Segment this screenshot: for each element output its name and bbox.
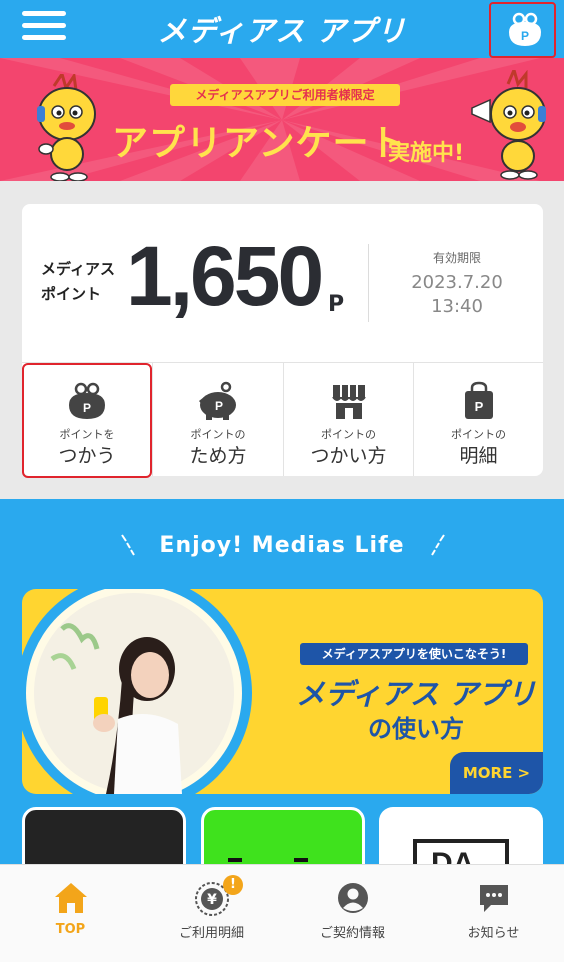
- piggy-bank-icon: P: [199, 381, 236, 420]
- nav-contract-info[interactable]: ご契約情報: [282, 865, 423, 962]
- app-howto-card[interactable]: メディアスアプリを使いこなそう! メディアス アプリ の使い方 MORE >: [22, 589, 543, 794]
- svg-text:P: P: [215, 399, 223, 413]
- nav-label: お知らせ: [467, 926, 520, 941]
- sparkle-deco-icon: [431, 534, 445, 556]
- menu-small-label: ポイントの: [321, 428, 376, 441]
- app-title: メディアス アプリ: [157, 14, 407, 48]
- thumbnail-mark: [228, 858, 242, 862]
- nav-label: ご利用明細: [178, 926, 244, 941]
- menu-small-label: ポイントの: [451, 428, 506, 441]
- app-screen: メディアス アプリ P メディアスアプリご利用者様限定 アプリアンケート 実施中…: [0, 0, 564, 962]
- mascot-right-icon: [471, 70, 546, 180]
- thumbnail-mark: [294, 858, 308, 862]
- enjoy-section: Enjoy! Medias Life メディアスアプリを使いこなそう! メディア…: [0, 499, 564, 887]
- menu-big-label: 明細: [459, 445, 498, 467]
- nav-label: ご契約情報: [319, 926, 385, 941]
- app-header: メディアス アプリ P: [0, 0, 564, 58]
- howto-title: メディアス アプリ: [295, 677, 537, 711]
- point-label-line1: メディアス: [41, 260, 115, 278]
- survey-banner[interactable]: メディアスアプリご利用者様限定 アプリアンケート 実施中!: [0, 58, 564, 181]
- use-points-highlight: [22, 363, 152, 478]
- expiry-label: 有効期限: [432, 251, 481, 265]
- point-label-line2: ポイント: [41, 285, 102, 303]
- point-balance: 1,650: [126, 229, 324, 323]
- bottom-nav: TOP ¥ ! ご利用明細 ご契約情報 お知らせ: [0, 864, 564, 962]
- wallet-icon: P: [509, 12, 541, 46]
- home-icon: [54, 883, 87, 913]
- chat-bubble-icon: [479, 885, 508, 912]
- expiry-time: 13:40: [431, 296, 483, 317]
- enjoy-title: Enjoy! Medias Life: [159, 533, 405, 558]
- banner-badge: メディアスアプリご利用者様限定: [170, 84, 400, 106]
- divider: [368, 244, 369, 322]
- user-icon: [337, 883, 368, 913]
- notification-badge: !: [223, 875, 243, 895]
- wallet-button[interactable]: P: [489, 2, 556, 58]
- nav-top[interactable]: TOP: [0, 865, 141, 962]
- nav-notices[interactable]: お知らせ: [423, 865, 564, 962]
- point-history-button[interactable]: P ポイントの 明細: [414, 363, 543, 476]
- svg-text:P: P: [521, 29, 529, 43]
- mascot-left-icon: [37, 74, 96, 181]
- how-to-use-button[interactable]: ポイントの つかい方: [284, 363, 413, 476]
- nav-usage-details[interactable]: ¥ ! ご利用明細: [141, 865, 282, 962]
- point-unit: P: [328, 292, 345, 317]
- more-button[interactable]: MORE >: [450, 752, 543, 794]
- menu-big-label: ため方: [189, 445, 247, 467]
- expiry-date: 2023.7.20: [411, 272, 503, 293]
- menu-big-label: つかい方: [310, 445, 387, 467]
- howto-subtitle: の使い方: [368, 715, 464, 743]
- woman-with-phone-image: [22, 589, 252, 794]
- how-to-earn-button[interactable]: P ポイントの ため方: [153, 363, 283, 476]
- svg-text:P: P: [474, 399, 483, 414]
- menu-small-label: ポイントの: [190, 428, 246, 441]
- nav-label: TOP: [55, 922, 86, 937]
- banner-subtitle: 実施中!: [388, 141, 465, 166]
- banner-title: アプリアンケート: [112, 123, 407, 164]
- svg-text:¥: ¥: [207, 892, 217, 908]
- store-icon: [331, 385, 366, 419]
- howto-badge: メディアスアプリを使いこなそう!: [300, 643, 528, 665]
- shopping-bag-icon: P: [464, 381, 493, 419]
